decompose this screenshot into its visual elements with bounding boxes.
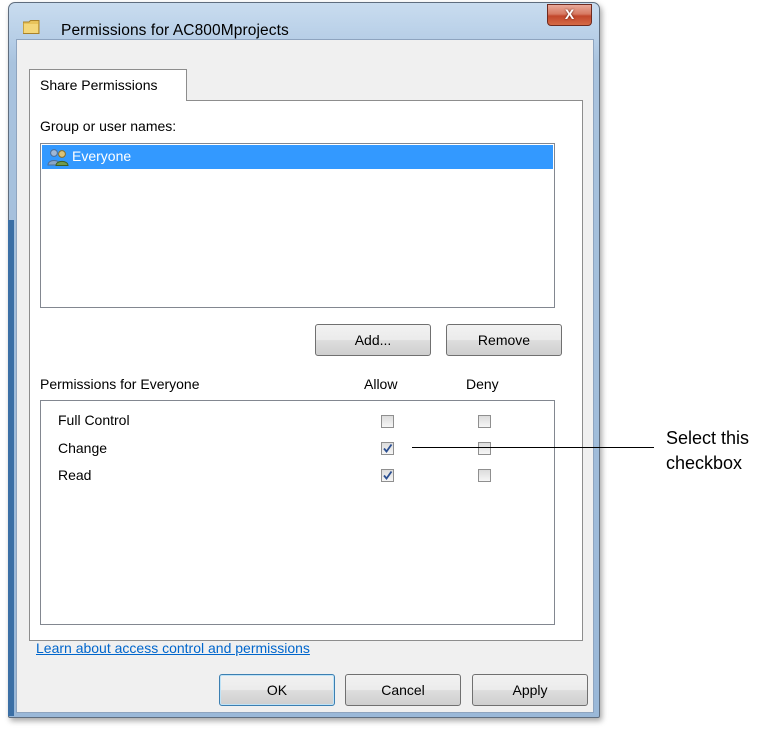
callout-annotation: Select this checkbox xyxy=(666,426,749,476)
close-button[interactable]: X xyxy=(547,4,592,26)
dialog-client-area: Share Permissions Group or user names: E… xyxy=(16,39,594,713)
allow-column-header: Allow xyxy=(364,376,398,392)
deny-full-control-checkbox[interactable] xyxy=(478,415,491,428)
tab-label: Share Permissions xyxy=(40,77,158,93)
access-control-help-link[interactable]: Learn about access control and permissio… xyxy=(36,640,310,656)
folder-icon xyxy=(23,20,40,34)
checkmark-icon xyxy=(383,470,393,480)
tab-share-permissions[interactable]: Share Permissions xyxy=(29,69,187,101)
window-title: Permissions for AC800Mprojects xyxy=(61,22,289,39)
title-bar[interactable]: Permissions for AC800Mprojects X xyxy=(9,3,599,39)
ok-button[interactable]: OK xyxy=(219,674,335,706)
tab-panel: Group or user names: Everyone Add... Rem… xyxy=(29,100,583,641)
callout-line-1: Select this xyxy=(666,428,750,448)
permission-name-read: Read xyxy=(58,467,92,483)
permissions-for-label: Permissions for Everyone xyxy=(40,376,200,392)
permission-name-change: Change xyxy=(58,440,108,456)
list-item-label: Everyone xyxy=(72,148,132,164)
allow-change-checkbox[interactable] xyxy=(381,442,394,455)
group-user-listbox[interactable]: Everyone xyxy=(40,143,555,308)
users-icon xyxy=(47,149,69,166)
callout-line-2: checkbox xyxy=(666,453,743,473)
deny-read-checkbox[interactable] xyxy=(478,469,491,482)
deny-change-checkbox[interactable] xyxy=(478,442,491,455)
remove-button[interactable]: Remove xyxy=(446,324,562,356)
callout-leader-line xyxy=(412,447,654,448)
allow-full-control-checkbox[interactable] xyxy=(381,415,394,428)
permissions-list: Full Control Change Read xyxy=(40,400,555,625)
deny-column-header: Deny xyxy=(466,376,499,392)
permissions-dialog: Permissions for AC800Mprojects X Share P… xyxy=(8,2,600,718)
list-item-everyone[interactable]: Everyone xyxy=(42,145,553,169)
cancel-button[interactable]: Cancel xyxy=(345,674,461,706)
add-button[interactable]: Add... xyxy=(315,324,431,356)
allow-read-checkbox[interactable] xyxy=(381,469,394,482)
window-edge-shadow xyxy=(8,220,14,716)
permission-name-full-control: Full Control xyxy=(58,412,130,428)
apply-button[interactable]: Apply xyxy=(472,674,588,706)
group-names-label: Group or user names: xyxy=(40,118,177,134)
checkmark-icon xyxy=(383,443,393,453)
